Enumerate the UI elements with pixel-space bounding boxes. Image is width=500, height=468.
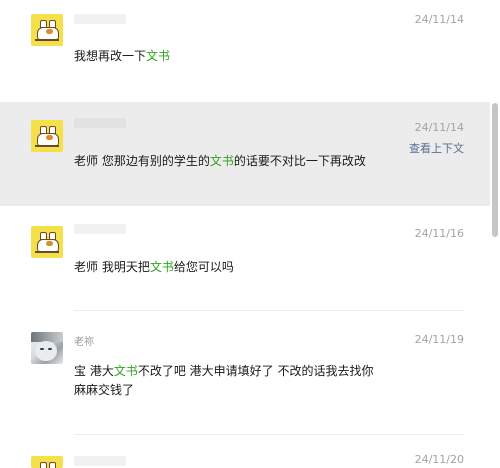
message-date: 24/11/14 <box>414 121 464 134</box>
eye-icon <box>40 348 44 350</box>
message-item[interactable]: 24/11/14 我想再改一下文书 <box>0 0 490 92</box>
message-item[interactable]: 老祢 24/11/19 宝 港大文书不改了吧 港大申请填好了 不改的话我去找你 … <box>0 318 490 435</box>
cat-base-icon <box>35 145 59 147</box>
keyword-highlight: 文书 <box>209 154 234 168</box>
view-context-link[interactable]: 查看上下文 <box>409 140 464 156</box>
message-item-highlighted[interactable]: 24/11/14 查看上下文 老师 您那边有别的学生的文书的话要不对比一下再改改 <box>0 102 490 206</box>
face-icon <box>35 341 57 361</box>
message-date: 24/11/14 <box>414 13 464 26</box>
divider <box>74 434 464 435</box>
sender-name-redacted <box>74 118 126 128</box>
eye-icon <box>48 348 52 350</box>
message-text: 老师 您那边有别的学生的文书的话要不对比一下再改改 <box>74 154 366 168</box>
message-item[interactable]: 24/11/20 <box>0 440 490 468</box>
cat-base-icon <box>35 39 59 41</box>
cat-ear-icon <box>40 462 47 468</box>
message-text: 宝 港大文书不改了吧 港大申请填好了 不改的话我去找你 麻麻交钱了 <box>74 364 374 397</box>
sender-name-redacted <box>74 224 126 234</box>
message-date: 24/11/16 <box>414 227 464 240</box>
keyword-highlight: 文书 <box>146 49 171 63</box>
cat-spot-icon <box>46 241 53 246</box>
message-text: 我想再改一下文书 <box>74 49 171 63</box>
scrollbar-thumb[interactable] <box>492 103 498 237</box>
message-date: 24/11/19 <box>414 333 464 346</box>
cat-spot-icon <box>46 135 53 140</box>
sender-name-redacted <box>74 456 126 466</box>
cat-base-icon <box>35 251 59 253</box>
message-date: 24/11/20 <box>414 453 464 466</box>
keyword-highlight: 文书 <box>113 364 138 378</box>
keyword-highlight: 文书 <box>149 260 174 274</box>
cat-ear-icon <box>49 462 56 468</box>
divider <box>74 310 464 311</box>
user-avatar[interactable] <box>31 456 63 468</box>
message-item[interactable]: 24/11/16 老师 我明天把文书给您可以吗 <box>0 210 490 311</box>
cat-spot-icon <box>46 29 53 34</box>
sender-name-redacted <box>74 14 126 24</box>
message-text: 老师 我明天把文书给您可以吗 <box>74 260 234 274</box>
user-avatar[interactable] <box>31 226 63 258</box>
user-avatar[interactable] <box>31 14 63 46</box>
user-avatar[interactable] <box>31 120 63 152</box>
sender-name: 老祢 <box>74 337 94 348</box>
user-avatar[interactable] <box>31 332 63 364</box>
